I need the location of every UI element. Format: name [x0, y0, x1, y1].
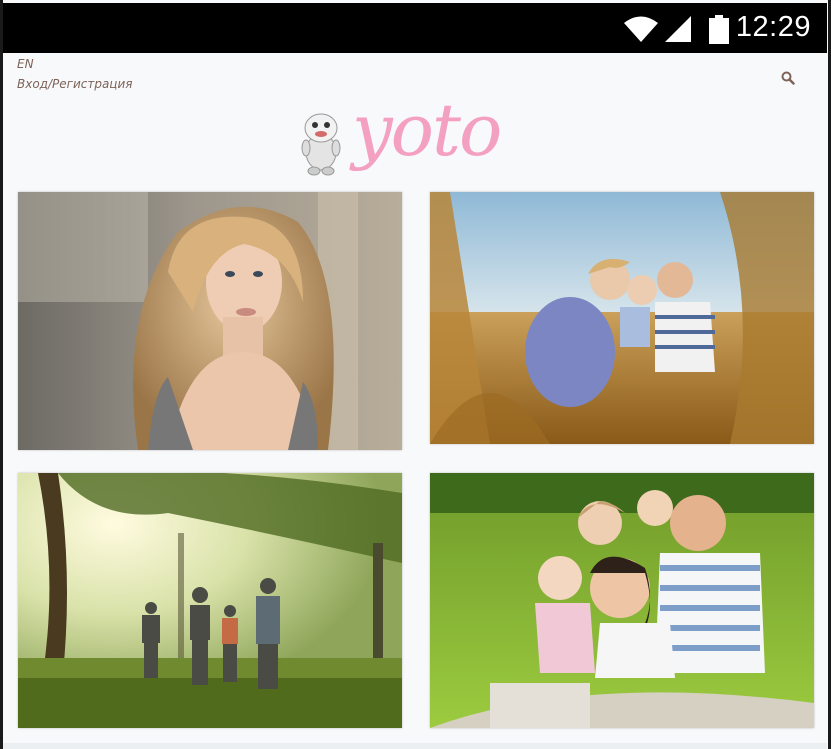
language-switch[interactable]: EN [17, 57, 34, 71]
gallery-photo-family-grass[interactable] [430, 192, 814, 444]
gallery-photo-family-park[interactable] [18, 473, 402, 728]
site-logo[interactable]: yoto [297, 88, 527, 185]
gallery-photo-family-lawn[interactable] [430, 473, 814, 728]
battery-icon [709, 15, 729, 44]
login-register-link[interactable]: Вход/Регистрация [17, 77, 132, 91]
gallery-photo-portrait[interactable] [18, 192, 402, 450]
search-icon[interactable] [781, 71, 795, 85]
device-frame-left [0, 0, 3, 749]
status-clock: 12:29 [735, 11, 811, 43]
yeti-mascot-icon [301, 113, 341, 176]
logo-wordmark: yoto [352, 88, 502, 172]
cellular-signal-icon [665, 16, 691, 42]
wifi-icon [624, 16, 658, 42]
bottom-edge [3, 743, 827, 749]
status-bar: 12:29 [3, 3, 827, 53]
